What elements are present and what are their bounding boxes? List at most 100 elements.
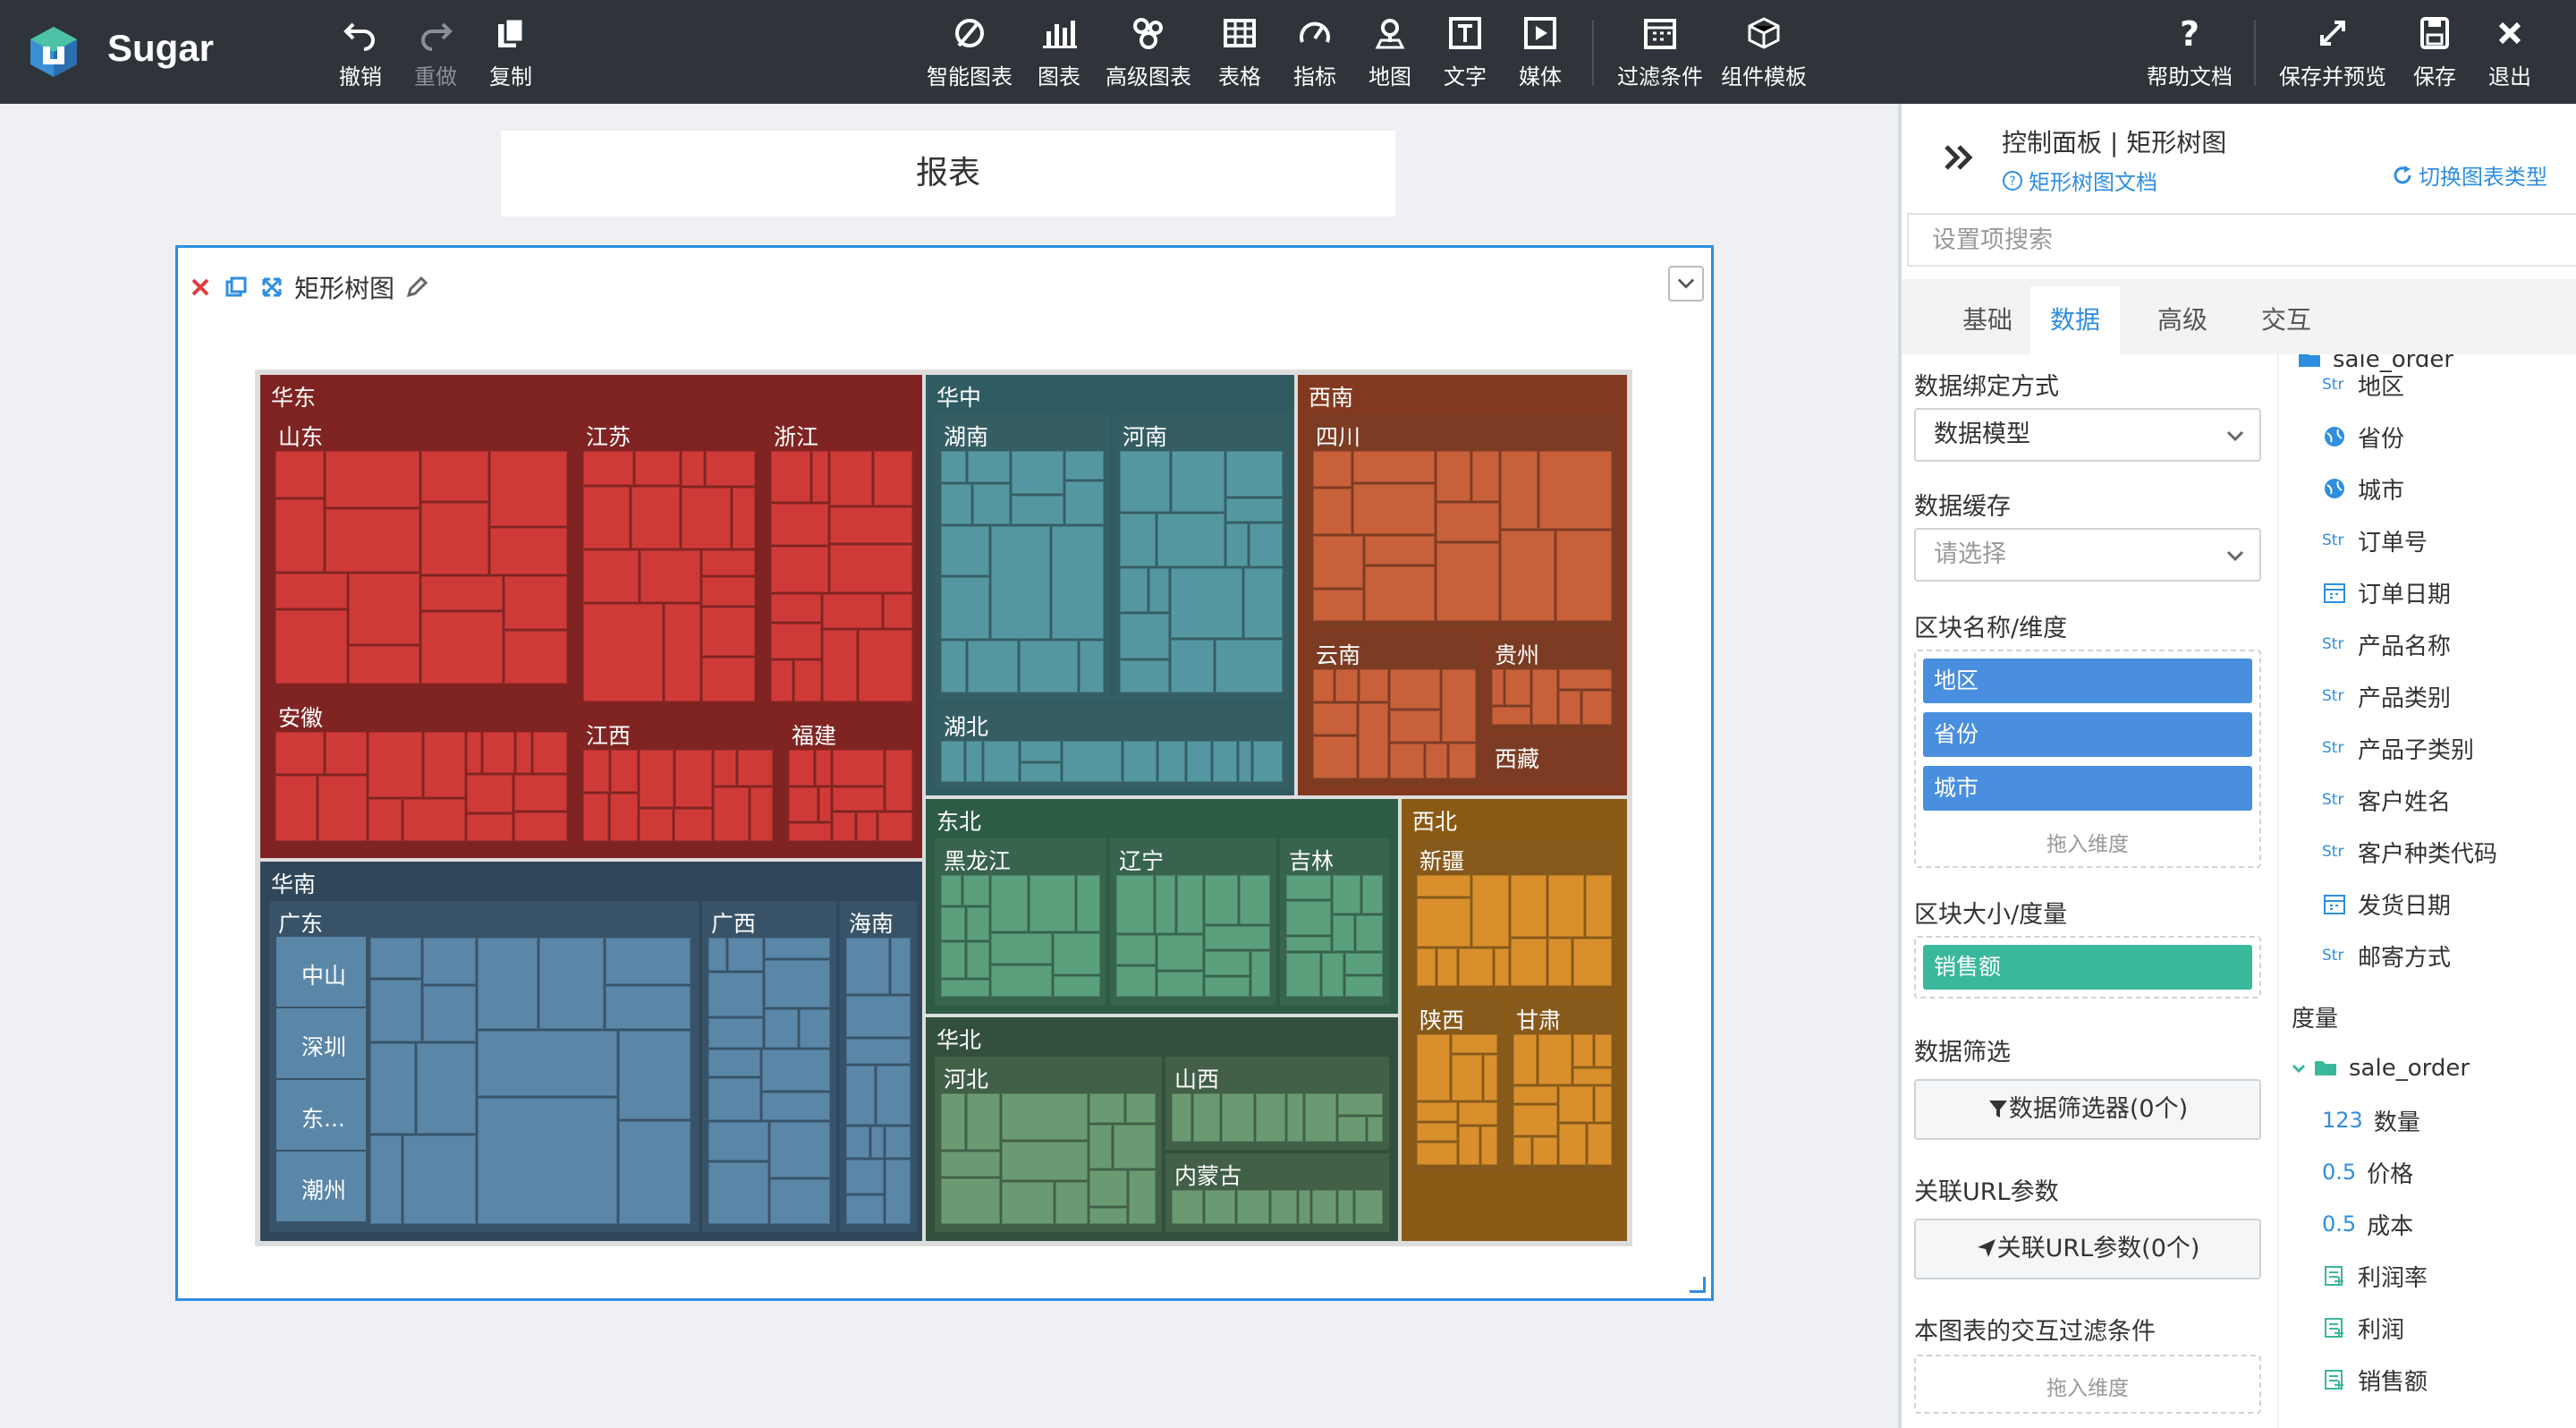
treemap-leaf-cell[interactable] [1129,1170,1156,1224]
treemap-leaf-cell[interactable] [1012,496,1063,524]
treemap-leaf-cell[interactable] [326,732,367,774]
treemap-leaf-cell[interactable] [941,526,989,575]
measure-pill[interactable]: 销售额 [1923,945,2252,990]
treemap-leaf-cell[interactable] [941,641,966,693]
media-button[interactable]: 媒体 [1508,13,1572,95]
treemap-leaf-cell[interactable] [706,451,755,486]
treemap-leaf-cell[interactable] [1417,948,1436,986]
treemap-leaf-cell[interactable] [583,750,609,792]
treemap-city-cell[interactable] [276,1152,366,1221]
treemap-leaf-cell[interactable] [619,1121,691,1224]
treemap-doc-link[interactable]: ? 矩形树图文档 [2002,165,2157,196]
treemap-leaf-cell[interactable] [1333,875,1360,914]
treemap-leaf-cell[interactable] [674,809,712,841]
data-filter-button[interactable]: 数据筛选器(0个) [1914,1079,2261,1140]
treemap-leaf-cell[interactable] [1116,935,1156,965]
treemap-leaf-cell[interactable] [941,484,971,524]
treemap-leaf-cell[interactable] [1021,763,1061,782]
treemap-leaf-cell[interactable] [1187,741,1211,782]
treemap-leaf-cell[interactable] [619,1031,691,1119]
treemap-city-cell[interactable] [276,1080,366,1150]
treemap-leaf-cell[interactable] [1436,543,1499,621]
treemap-leaf-cell[interactable] [884,594,912,628]
treemap-leaf-cell[interactable] [1338,1117,1366,1142]
treemap-leaf-cell[interactable] [1239,741,1251,782]
treemap-leaf-cell[interactable] [1436,503,1499,541]
help-doc-button[interactable]: ? 帮助文档 [2145,13,2234,95]
treemap-leaf-cell[interactable] [514,812,567,841]
treemap-leaf-cell[interactable] [1313,489,1352,534]
treemap-leaf-cell[interactable] [765,938,830,958]
treemap-leaf-cell[interactable] [738,750,773,786]
treemap-leaf-cell[interactable] [1533,1137,1557,1165]
treemap-leaf-cell[interactable] [833,750,884,786]
treemap-leaf-cell[interactable] [1588,1124,1612,1165]
undo-button[interactable]: 撤销 [329,13,392,95]
treemap-leaf-cell[interactable] [1417,875,1470,897]
treemap-leaf-cell[interactable] [1559,1124,1586,1165]
treemap-leaf-cell[interactable] [1368,1117,1383,1142]
treemap-leaf-cell[interactable] [874,451,912,506]
treemap-leaf-cell[interactable] [819,787,831,821]
treemap-leaf-cell[interactable] [833,787,884,811]
treemap-leaf-cell[interactable] [1020,641,1078,693]
redo-button[interactable]: 重做 [404,13,467,95]
treemap-leaf-cell[interactable] [275,451,324,497]
treemap-leaf-cell[interactable] [846,1160,884,1194]
treemap-leaf-cell[interactable] [708,1122,768,1160]
treemap-leaf-cell[interactable] [640,550,700,602]
treemap-leaf-cell[interactable] [1360,669,1388,701]
treemap-leaf-cell[interactable] [886,1160,911,1224]
treemap-leaf-cell[interactable] [1244,568,1283,638]
dimension-field-item[interactable]: 订单日期 [2322,574,2451,610]
treemap-leaf-cell[interactable] [1345,976,1383,997]
treemap-leaf-cell[interactable] [1253,741,1283,782]
treemap-leaf-cell[interactable] [421,612,503,684]
duplicate-icon[interactable] [223,274,250,301]
treemap-leaf-cell[interactable] [1513,1137,1531,1165]
treemap-leaf-cell[interactable] [421,451,488,501]
map-button[interactable]: 地图 [1358,13,1422,95]
treemap-leaf-cell[interactable] [1513,1105,1557,1135]
indicator-button[interactable]: 指标 [1283,13,1347,95]
treemap-leaf-cell[interactable] [800,1009,830,1048]
treemap-leaf-cell[interactable] [326,451,419,507]
treemap-leaf-cell[interactable] [1436,451,1470,501]
treemap-leaf-cell[interactable] [1114,1125,1156,1169]
dimension-pill[interactable]: 地区 [1923,659,2252,703]
treemap-leaf-cell[interactable] [1417,1143,1457,1165]
treemap-leaf-cell[interactable] [1390,710,1440,742]
treemap-leaf-cell[interactable] [733,488,755,548]
treemap-leaf-cell[interactable] [771,624,821,659]
treemap-leaf-cell[interactable] [539,938,604,1029]
measure-field-item[interactable]: 利润率 [2322,1258,2428,1294]
treemap-leaf-cell[interactable] [1065,481,1104,524]
treemap-leaf-cell[interactable] [1286,875,1331,899]
treemap-leaf-cell[interactable] [984,741,1019,782]
treemap-leaf-cell[interactable] [533,732,567,773]
treemap-leaf-cell[interactable] [941,1178,1000,1224]
treemap-leaf-cell[interactable] [991,933,1052,964]
treemap-leaf-cell[interactable] [708,1018,763,1048]
dimension-field-item[interactable]: Str 客户种类代码 [2322,834,2497,870]
treemap-leaf-cell[interactable] [846,1195,884,1224]
dimension-field-item[interactable]: 发货日期 [2322,886,2451,922]
treemap-leaf-cell[interactable] [963,875,989,905]
treemap-leaf-cell[interactable] [1481,1126,1497,1165]
treemap-leaf-cell[interactable] [1120,660,1169,693]
treemap-leaf-cell[interactable] [765,960,830,1007]
treemap-leaf-cell[interactable] [1335,669,1358,701]
treemap-leaf-cell[interactable] [1452,1034,1497,1053]
treemap-leaf-cell[interactable] [728,938,763,971]
treemap-leaf-cell[interactable] [490,528,567,574]
advanced-chart-button[interactable]: 高级图表 [1104,13,1193,95]
treemap-leaf-cell[interactable] [1313,590,1363,621]
treemap-leaf-cell[interactable] [941,451,966,482]
treemap-leaf-cell[interactable] [846,1039,911,1064]
filter-condition-button[interactable]: 过滤条件 [1615,13,1705,95]
treemap-leaf-cell[interactable] [770,1122,830,1177]
treemap-leaf-cell[interactable] [789,787,818,821]
treemap-leaf-cell[interactable] [762,1050,830,1091]
treemap-leaf-cell[interactable] [1459,948,1493,986]
treemap-leaf-cell[interactable] [968,641,1018,693]
